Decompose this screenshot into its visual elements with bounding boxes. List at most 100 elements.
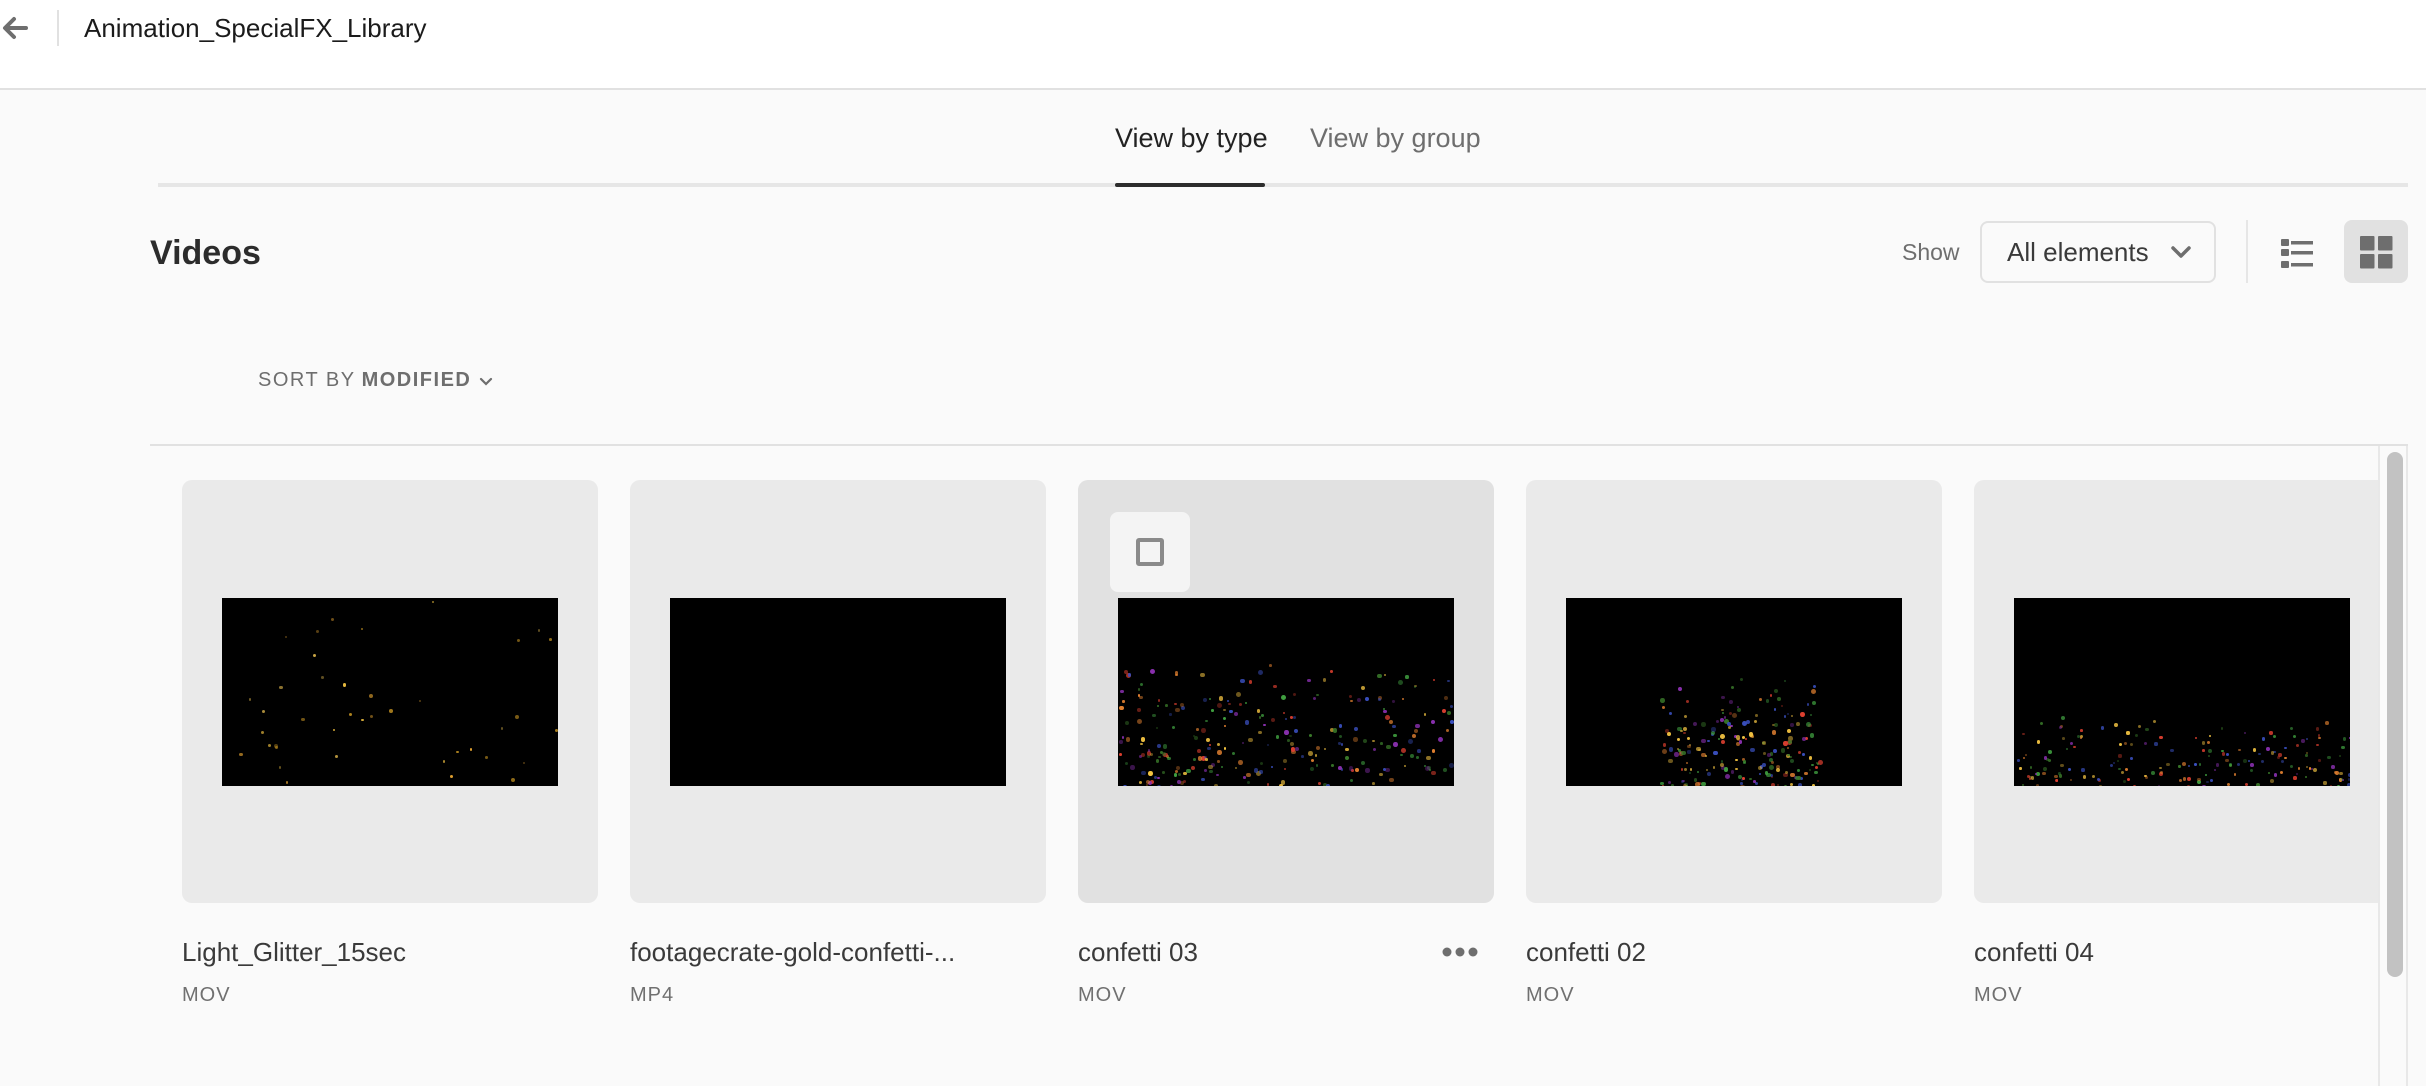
- thumbnail-particle: [2065, 748, 2068, 751]
- thumbnail-particle: [1662, 743, 1667, 747]
- thumbnail-particle: [1258, 670, 1263, 676]
- thumbnail-particle: [1193, 735, 1198, 740]
- thumbnail-particle: [2081, 768, 2085, 772]
- scrollbar-thumb[interactable]: [2387, 452, 2403, 977]
- card-thumbnail-area[interactable]: [1974, 480, 2378, 903]
- card-type: MOV: [1526, 984, 1575, 1006]
- thumbnail-particle: [1140, 752, 1145, 757]
- tab-view-by-type[interactable]: View by type: [1115, 118, 1268, 158]
- vertical-scrollbar[interactable]: [2378, 446, 2408, 1086]
- chevron-down-icon: [480, 377, 493, 386]
- sort-control[interactable]: SORT BY MODIFIED: [258, 366, 493, 394]
- thumbnail-particle: [1148, 771, 1153, 776]
- thumbnail-particle: [2188, 764, 2191, 767]
- card-thumbnail-area[interactable]: [1078, 480, 1494, 903]
- thumbnail-particle: [2017, 759, 2020, 762]
- card-thumbnail-area[interactable]: [630, 480, 1046, 903]
- thumbnail-particle: [1695, 781, 1701, 786]
- thumbnail-particle: [2305, 737, 2309, 740]
- thumbnail-particle: [2123, 779, 2127, 783]
- thumbnail-particle: [2250, 763, 2254, 767]
- card-name[interactable]: footagecrate-gold-confetti-...: [630, 936, 955, 968]
- back-button[interactable]: [0, 12, 30, 44]
- thumbnail-particle: [1752, 779, 1756, 783]
- thumbnail-particle: [1730, 770, 1735, 774]
- thumbnail-particle: [1813, 684, 1817, 688]
- thumbnail-particle: [1247, 780, 1250, 784]
- thumbnail-particle: [2202, 749, 2205, 752]
- card-thumbnail-area[interactable]: [1526, 480, 1942, 903]
- thumbnail-particle: [1308, 751, 1313, 756]
- thumbnail-particle: [2236, 762, 2240, 766]
- thumbnail-particle: [2301, 739, 2305, 743]
- thumbnail-particle: [1759, 698, 1763, 701]
- section-title: Videos: [150, 234, 261, 272]
- thumbnail-particle: [1736, 707, 1742, 713]
- thumbnail-particle: [1246, 772, 1252, 778]
- thumbnail-particle: [1446, 728, 1450, 732]
- thumbnail-particle: [2036, 740, 2041, 744]
- video-card[interactable]: footagecrate-gold-confetti-... MP4: [630, 480, 1046, 1006]
- thumbnail-particle: [1309, 766, 1315, 772]
- thumbnail-particle: [1377, 673, 1382, 679]
- thumbnail-particle: [2341, 745, 2345, 750]
- thumbnail-particle: [2317, 734, 2321, 737]
- thumbnail-particle: [2186, 776, 2191, 781]
- thumbnail-particle: [1701, 738, 1706, 743]
- thumbnail-particle: [1810, 763, 1814, 767]
- thumbnail-particle: [1244, 701, 1248, 704]
- thumbnail-particle: [1723, 716, 1726, 719]
- thumbnail-particle: [1812, 784, 1816, 786]
- thumbnail-particle: [1711, 727, 1716, 732]
- thumbnail-particle: [1814, 765, 1818, 769]
- video-card[interactable]: confetti 04 MOV: [1974, 480, 2378, 1006]
- video-card[interactable]: Light_Glitter_15sec MOV: [182, 480, 598, 1006]
- thumbnail-particle: [1707, 739, 1710, 743]
- thumbnail-particle: [1754, 719, 1758, 723]
- thumbnail-particle: [2028, 777, 2032, 781]
- thumbnail-particle: [1677, 687, 1682, 692]
- thumbnail-particle: [2327, 755, 2331, 760]
- thumbnail-particle: [361, 718, 364, 721]
- thumbnail-particle: [2021, 732, 2025, 736]
- card-name[interactable]: confetti 02: [1526, 936, 1646, 968]
- thumbnail-particle: [2166, 762, 2170, 767]
- thumbnail-particle: [2277, 756, 2281, 760]
- thumbnail-particle: [1158, 755, 1161, 759]
- thumbnail-particle: [2280, 759, 2285, 764]
- card-name[interactable]: confetti 04: [1974, 936, 2094, 968]
- video-thumbnail: [222, 598, 558, 786]
- video-thumbnail: [1566, 598, 1902, 786]
- thumbnail-particle: [369, 693, 374, 698]
- video-thumbnail: [670, 598, 1006, 786]
- video-card[interactable]: confetti 03 MOV: [1078, 480, 1494, 1006]
- thumbnail-particle: [1668, 747, 1674, 752]
- thumbnail-particle: [2067, 767, 2071, 771]
- thumbnail-particle: [1735, 767, 1738, 770]
- thumbnail-particle: [2207, 754, 2211, 758]
- select-checkbox[interactable]: [1110, 512, 1190, 592]
- thumbnail-particle: [1765, 698, 1770, 703]
- more-actions-button[interactable]: [1442, 942, 1478, 962]
- grid-view-button[interactable]: [2344, 220, 2408, 283]
- thumbnail-particle: [1119, 689, 1124, 694]
- thumbnail-particle: [312, 653, 317, 658]
- card-name[interactable]: Light_Glitter_15sec: [182, 936, 406, 968]
- card-thumbnail-area[interactable]: [182, 480, 598, 903]
- filter-dropdown[interactable]: All elements: [1980, 221, 2216, 283]
- thumbnail-particle: [1414, 723, 1420, 729]
- thumbnail-particle: [2194, 737, 2197, 740]
- thumbnail-particle: [1802, 752, 1805, 756]
- thumbnail-particle: [2118, 767, 2121, 771]
- thumbnail-particle: [2329, 785, 2333, 786]
- thumbnail-particle: [2182, 762, 2187, 766]
- thumbnail-particle: [248, 698, 252, 701]
- video-card[interactable]: confetti 02 MOV: [1526, 480, 1942, 1006]
- list-view-button[interactable]: [2264, 220, 2328, 283]
- card-name[interactable]: confetti 03: [1078, 936, 1198, 968]
- thumbnail-particle: [1290, 747, 1296, 752]
- thumbnail-particle: [1128, 673, 1132, 677]
- thumbnail-particle: [1169, 785, 1173, 786]
- tab-view-by-group[interactable]: View by group: [1310, 118, 1481, 158]
- thumbnail-particle: [1809, 733, 1815, 738]
